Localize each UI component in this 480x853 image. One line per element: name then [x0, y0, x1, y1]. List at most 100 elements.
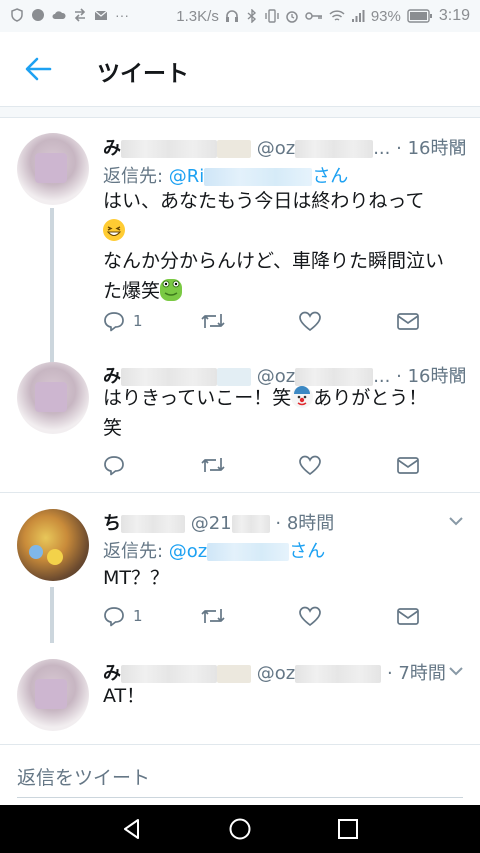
- reply-icon: [104, 456, 124, 476]
- tweet-text-span: ありがとう！: [313, 387, 428, 409]
- wifi-icon: [329, 10, 345, 21]
- tweet-emoji-line: [103, 216, 463, 246]
- key-icon: [305, 12, 322, 20]
- tweet-item[interactable]: ち @21 · 8時間 返信先: @oz さん MT？？ 1: [0, 493, 480, 643]
- app-header: ツイート: [0, 32, 480, 107]
- tweet-text: はりきっていこー！笑 ありがとう！ 笑: [103, 383, 463, 443]
- mail-icon: [94, 10, 108, 20]
- reply-mention-suffix[interactable]: さん: [312, 166, 348, 187]
- user-name[interactable]: み: [103, 138, 121, 159]
- reply-icon: [104, 312, 124, 332]
- caret-down-icon[interactable]: [448, 665, 464, 677]
- reply-button[interactable]: 1: [103, 603, 143, 629]
- reply-button[interactable]: [103, 452, 125, 478]
- tweet-actions: 1: [103, 308, 433, 334]
- clown-emoji-icon: [291, 386, 314, 408]
- tweet-time[interactable]: · 8時間: [275, 513, 334, 534]
- tweet-text-line: はい、あなたもう今日は終わりねって: [103, 190, 425, 212]
- transfer-icon: [74, 8, 86, 22]
- reply-mention[interactable]: @oz: [169, 541, 207, 562]
- retweet-button[interactable]: [200, 603, 226, 629]
- net-speed: 1.3K/s: [176, 7, 219, 25]
- reply-icon: [104, 607, 124, 627]
- retweet-icon: [201, 314, 225, 328]
- like-icon: [299, 455, 321, 476]
- headphones-icon: [225, 10, 238, 22]
- redacted-handle: [295, 140, 374, 158]
- dm-icon: [397, 457, 419, 474]
- redacted-mention: [204, 168, 313, 186]
- reply-mention-suffix[interactable]: さん: [289, 541, 325, 562]
- reply-mention[interactable]: @Ri: [169, 166, 205, 187]
- tweet-text-line: はりきっていこー！笑 ありがとう！: [103, 383, 463, 413]
- thread-line: [50, 208, 54, 366]
- reply-to-line: 返信先: @Ri さん: [103, 162, 348, 188]
- tweet-header: み @oz... · 16時間: [103, 134, 466, 160]
- grin-squint-emoji-icon: [103, 219, 125, 241]
- reply-count: 1: [133, 312, 143, 330]
- tweet-text-line: た爆笑: [103, 276, 463, 306]
- user-name[interactable]: ち: [103, 513, 121, 534]
- avatar[interactable]: [17, 659, 89, 731]
- like-button[interactable]: [298, 452, 322, 478]
- reply-button[interactable]: 1: [103, 308, 143, 334]
- vibrate-icon: [265, 9, 279, 23]
- thread-line: [50, 587, 54, 643]
- dm-button[interactable]: [396, 308, 420, 334]
- tweet-actions: 1: [103, 603, 433, 629]
- redacted-name: [121, 140, 217, 158]
- avatar[interactable]: [17, 509, 89, 581]
- avatar[interactable]: [17, 362, 89, 434]
- dm-icon: [397, 608, 419, 625]
- reply-count: 1: [133, 607, 143, 625]
- tweet-text: MT？？: [103, 563, 463, 593]
- battery-percent: 93%: [370, 7, 401, 25]
- caret-down-icon[interactable]: [448, 140, 464, 152]
- user-handle[interactable]: @21: [191, 513, 232, 534]
- retweet-button[interactable]: [200, 308, 226, 334]
- frog-emoji-icon: [160, 279, 183, 301]
- shield-icon: [11, 8, 23, 22]
- dm-button[interactable]: [396, 603, 420, 629]
- clock: 3:19: [438, 7, 470, 24]
- tweet-text-line: MT？？: [103, 567, 169, 589]
- tweet-text: はい、あなたもう今日は終わりねって なんか分からんけど、車降りた瞬間泣い た爆笑: [103, 186, 463, 306]
- dm-icon: [397, 313, 419, 330]
- more-notifications-icon: ···: [115, 7, 129, 23]
- tweet-text-line: 笑: [103, 417, 123, 439]
- chat-icon: [32, 9, 44, 21]
- reply-compose-bar[interactable]: 返信をツイート: [0, 744, 480, 805]
- compose-underline: [17, 797, 463, 798]
- dm-button[interactable]: [396, 452, 420, 478]
- status-system-icons: 1.3K/s 93% 3:19: [176, 7, 470, 25]
- tweet-item[interactable]: み @oz... · 16時間 返信先: @Ri さん はい、あなたもう今日は終わ…: [0, 118, 480, 366]
- nav-back-icon[interactable]: [120, 817, 144, 841]
- handle-ellipsis: ...: [373, 138, 391, 159]
- status-bar: ··· 1.3K/s 93% 3:19: [0, 0, 480, 32]
- like-button[interactable]: [298, 308, 322, 334]
- redacted-handle: [231, 515, 270, 533]
- retweet-button[interactable]: [200, 452, 226, 478]
- alarm-icon: [286, 11, 298, 23]
- back-arrow-icon[interactable]: [24, 56, 52, 82]
- caret-down-icon[interactable]: [448, 515, 464, 527]
- header-separator: [0, 107, 480, 118]
- signal-icon: [351, 10, 365, 22]
- tweet-item[interactable]: み @oz... · 16時間 はりきっていこー！笑 ありがとう！ 笑: [0, 348, 480, 492]
- avatar[interactable]: [17, 133, 89, 205]
- redacted-emoji: [217, 140, 251, 158]
- bluetooth-icon: [247, 9, 256, 23]
- nav-home-icon[interactable]: [228, 817, 252, 841]
- caret-down-icon[interactable]: [448, 368, 464, 380]
- redacted-mention: [207, 543, 290, 561]
- tweet-item[interactable]: み @oz · 7時間 AT！: [0, 643, 480, 744]
- time-label: 8時間: [286, 513, 335, 534]
- user-handle[interactable]: @oz: [257, 138, 295, 159]
- like-icon: [299, 311, 321, 332]
- reply-compose-input[interactable]: 返信をツイート: [17, 763, 150, 790]
- cloud-icon: [52, 11, 66, 19]
- like-button[interactable]: [298, 603, 322, 629]
- tweet-text: AT！: [103, 681, 463, 711]
- nav-recents-icon[interactable]: [336, 817, 360, 841]
- tweet-text-line: AT！: [103, 685, 146, 707]
